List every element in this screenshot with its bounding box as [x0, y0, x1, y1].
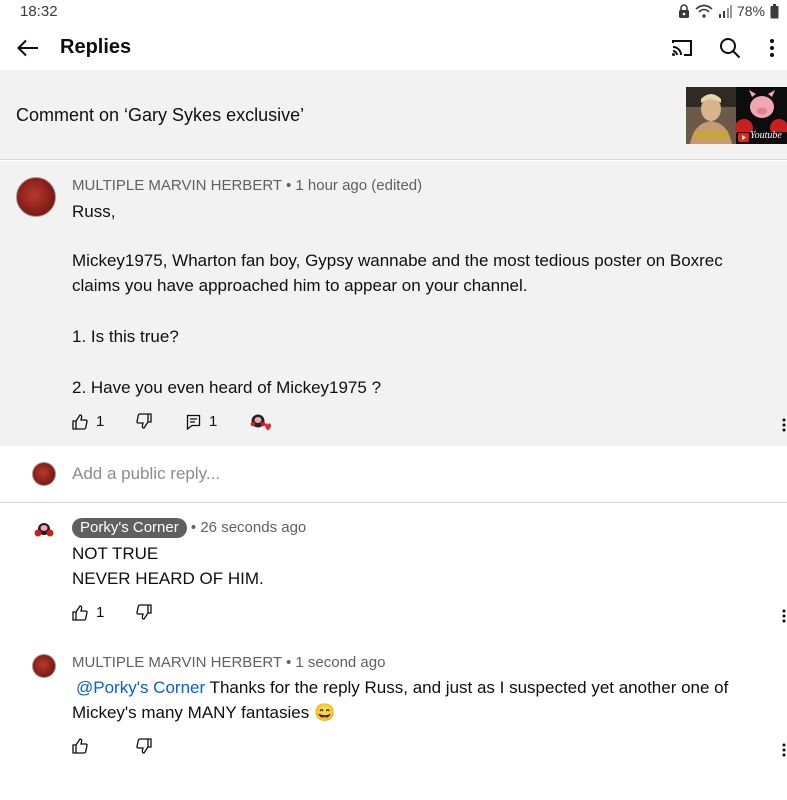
grin-emoji: 😄 — [313, 703, 336, 722]
thumb-down-icon — [136, 738, 152, 754]
like-count: 1 — [96, 413, 105, 430]
thumb-up-icon — [72, 604, 88, 621]
thumbnail-watermark: Youtube — [750, 130, 782, 141]
comment-more-button[interactable] — [778, 606, 787, 626]
more-vert-icon — [782, 609, 786, 623]
cast-icon — [672, 40, 692, 56]
mention-link[interactable]: @Porky's Corner — [76, 678, 205, 697]
lock-icon — [678, 4, 690, 18]
comment-more-button[interactable] — [778, 740, 787, 760]
comment-line: Russ, — [72, 202, 116, 221]
video-context-bar[interactable]: Comment on ‘Gary Sykes exclusive’ Youtub… — [0, 70, 787, 160]
comment-time: 26 seconds ago — [200, 519, 307, 536]
comment-meta: MULTIPLE MARVIN HERBERT • 1 hour ago (ed… — [72, 177, 422, 194]
reply-count: 1 — [209, 413, 218, 430]
comment-time: 1 second ago — [295, 654, 386, 671]
comment-line: claims you have approached him to appear… — [72, 276, 528, 295]
app-bar: Replies — [0, 24, 787, 70]
like-button[interactable]: 1 — [72, 604, 104, 621]
video-thumbnail[interactable]: Youtube — [686, 87, 787, 144]
battery-percent: 78% — [736, 3, 765, 19]
comment-line: 2. Have you even heard of Mickey1975 ? — [72, 378, 382, 397]
like-button[interactable] — [72, 738, 88, 754]
more-vert-icon — [782, 418, 786, 432]
comment-text: Thanks for the reply Russ, and just as I… — [205, 678, 729, 697]
dislike-button[interactable] — [136, 413, 152, 429]
avatar[interactable] — [32, 518, 56, 542]
reply-button[interactable]: 1 — [186, 413, 217, 430]
reply-item: MULTIPLE MARVIN HERBERT • 1 second ago @… — [0, 640, 787, 770]
comment-time: 1 hour ago (edited) — [295, 177, 423, 194]
avatar — [32, 462, 56, 486]
search-icon — [720, 38, 741, 59]
comment-context-label: Comment on ‘Gary Sykes exclusive’ — [16, 105, 305, 125]
comment-text: Mickey's many MANY fantasies — [72, 703, 310, 722]
reply-input[interactable]: Add a public reply... — [72, 464, 220, 484]
author-name[interactable]: MULTIPLE MARVIN HERBERT — [72, 177, 282, 194]
meta-separator: • — [285, 177, 292, 194]
search-button[interactable] — [716, 34, 744, 62]
like-button[interactable]: 1 — [72, 413, 104, 430]
creator-heart-badge — [250, 413, 272, 433]
dislike-button[interactable] — [136, 604, 152, 620]
status-time: 18:32 — [20, 3, 58, 20]
cast-button[interactable] — [668, 34, 696, 62]
battery-icon — [770, 3, 779, 19]
meta-separator: • — [190, 519, 197, 536]
creator-heart-icon — [250, 414, 271, 431]
comment-meta: MULTIPLE MARVIN HERBERT • 1 second ago — [72, 654, 385, 671]
avatar[interactable] — [16, 177, 56, 217]
comment-line: Mickey1975, Wharton fan boy, Gypsy wanna… — [72, 251, 723, 270]
more-options-button[interactable] — [758, 34, 786, 62]
signal-icon — [718, 4, 732, 18]
thumb-down-icon — [136, 413, 152, 429]
status-bar: 18:32 78% — [0, 0, 787, 24]
more-vert-icon — [770, 39, 774, 57]
status-icons: 78% — [678, 3, 779, 19]
thumb-up-icon — [72, 738, 88, 754]
wifi-icon — [695, 4, 713, 18]
like-count: 1 — [96, 604, 105, 621]
back-button[interactable] — [14, 34, 42, 62]
comment-meta: Porky's Corner • 26 seconds ago — [72, 518, 306, 538]
comment-line: NOT TRUE — [72, 544, 159, 563]
thumb-up-icon — [72, 413, 88, 430]
channel-owner-badge[interactable]: Porky's Corner — [72, 518, 187, 538]
parent-comment: MULTIPLE MARVIN HERBERT • 1 hour ago (ed… — [0, 161, 787, 446]
reply-item: Porky's Corner • 26 seconds ago NOT TRUE… — [0, 504, 787, 634]
avatar[interactable] — [32, 654, 56, 678]
porky-avatar-icon — [34, 523, 54, 537]
thumb-down-icon — [136, 604, 152, 620]
comment-line: Mickey's many MANY fantasies 😄 — [72, 700, 335, 725]
page-title: Replies — [60, 36, 132, 58]
dislike-button[interactable] — [136, 738, 152, 754]
comment-actions: 1 — [72, 604, 787, 628]
comment-actions: 1 1 — [72, 413, 787, 437]
comment-more-button[interactable] — [778, 415, 787, 435]
comment-line: @Porky's Corner Thanks for the reply Rus… — [76, 675, 728, 700]
reply-input-row[interactable]: Add a public reply... — [0, 446, 787, 503]
author-name[interactable]: MULTIPLE MARVIN HERBERT — [72, 654, 282, 671]
meta-separator: • — [285, 654, 292, 671]
back-arrow-icon — [17, 39, 38, 57]
comment-line: 1. Is this true? — [72, 327, 179, 346]
comment-line: NEVER HEARD OF HIM. — [72, 569, 264, 588]
comment-actions — [72, 738, 787, 762]
more-vert-icon — [782, 743, 786, 757]
comment-icon — [186, 414, 201, 430]
